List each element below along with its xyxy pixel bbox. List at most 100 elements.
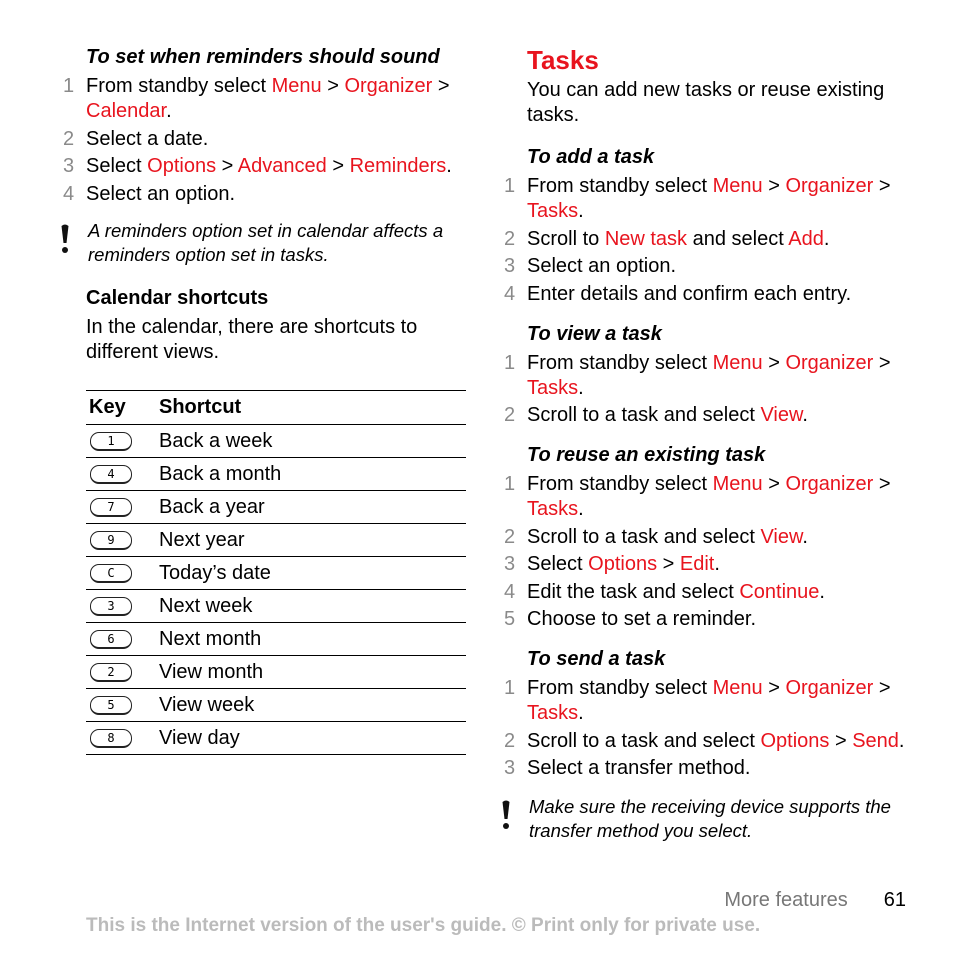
table-row: 9 Next year (86, 523, 466, 557)
note-text: Make sure the receiving device supports … (529, 796, 891, 841)
step-text: . (802, 525, 808, 548)
step-text: . (714, 553, 720, 575)
shortcut-cell: Today’s date (159, 556, 466, 590)
step-text: . (802, 404, 808, 426)
menu-term: Menu (271, 75, 322, 97)
step-text: > (657, 553, 680, 575)
step-item: 3 Select a transfer method. (501, 756, 911, 781)
step-number: 1 (504, 473, 516, 495)
procedure-title: To set when reminders should sound (86, 46, 440, 68)
step-item: 2 Scroll to a task and select Options > S… (501, 729, 911, 754)
step-item: 3 Select an option. (501, 254, 911, 279)
shortcut-cell: Next week (159, 589, 466, 623)
step-text: > (873, 473, 891, 495)
table-row: 2 View month (86, 655, 466, 689)
menu-term: Advanced (237, 155, 327, 177)
step-text: > (762, 677, 786, 699)
menu-term: Calendar (86, 100, 167, 122)
step-item: 4 Enter details and confirm each entry. (501, 282, 911, 307)
step-text: . (166, 100, 172, 122)
step-item: 2 Scroll to New task and select Add. (501, 227, 911, 252)
procedure-steps: 1 From standby select Menu > Organizer > … (501, 351, 911, 429)
menu-term: Organizer (785, 473, 874, 495)
step-text: . (823, 227, 830, 250)
shortcuts-table: Key Shortcut 1 Back a week 4 Back a month 7 B… (86, 390, 466, 755)
table-row: 6 Next month (86, 622, 466, 656)
menu-term: Options (147, 155, 217, 177)
step-number: 1 (504, 677, 516, 699)
keypad-key-icon: 7 (90, 497, 132, 517)
step-number: 1 (63, 75, 75, 97)
shortcut-cell: Back a month (159, 457, 466, 491)
step-text: > (216, 155, 238, 177)
step-text: > (873, 175, 891, 197)
key-cell: 8 (86, 721, 159, 755)
step-text: Select an option. (527, 255, 676, 277)
step-text: > (873, 677, 891, 699)
step-text: . (898, 729, 905, 752)
note-transfer: Make sure the receiving device supports … (501, 795, 911, 843)
step-text: Edit the task and select (527, 580, 740, 603)
step-text: Scroll to a task and select (527, 525, 761, 548)
shortcut-cell: Back a week (159, 424, 466, 458)
key-cell: 7 (86, 490, 159, 524)
keypad-key-icon: 6 (90, 629, 132, 649)
step-number: 2 (504, 525, 516, 548)
step-text: . (578, 376, 584, 399)
key-cell: 9 (86, 523, 159, 557)
table-row: 3 Next week (86, 589, 466, 623)
key-cell: 2 (86, 655, 159, 689)
step-number: 4 (504, 282, 516, 305)
note-text: A reminders option set in calendar affec… (88, 219, 444, 265)
step-number: 4 (63, 182, 75, 205)
step-text: From standby select (527, 351, 713, 374)
step-item: 2 Select a date. (60, 127, 470, 152)
key-cell: 4 (86, 457, 159, 491)
step-text: Choose to set a reminder. (527, 608, 757, 630)
procedure-title: To reuse an existing task (527, 444, 766, 466)
shortcut-cell: Next month (159, 622, 466, 656)
step-item: 4 Edit the task and select Continue. (501, 580, 911, 605)
step-item: 5 Choose to set a reminder. (501, 607, 911, 632)
step-text: > (762, 175, 786, 197)
table-row: 8 View day (86, 721, 466, 755)
table-row: 7 Back a year (86, 490, 466, 524)
step-number: 3 (63, 155, 75, 177)
step-text: > (829, 729, 853, 752)
header-key: Key (86, 390, 159, 425)
page-number: 61 (883, 889, 906, 911)
keypad-key-icon: 5 (90, 695, 132, 715)
menu-term: Menu (712, 473, 763, 495)
procedure-title: To send a task (527, 648, 666, 670)
step-item: 1 From standby select Menu > Organizer > … (60, 74, 470, 124)
table-row: 1 Back a week (86, 424, 466, 458)
menu-term: Reminders (349, 155, 447, 177)
step-item: 3 Select Options > Advanced > Reminders. (60, 154, 470, 179)
step-item: 4 Select an option. (60, 182, 470, 207)
step-text: . (578, 498, 584, 520)
step-text: > (762, 473, 786, 495)
step-number: 2 (504, 227, 516, 250)
step-text: Select (527, 553, 589, 575)
step-text: From standby select (527, 677, 713, 699)
step-number: 1 (504, 175, 516, 197)
warning-icon (502, 800, 510, 829)
menu-term: Menu (712, 175, 763, 197)
step-text: > (321, 75, 345, 97)
tasks-intro: You can add new tasks or reuse existing … (527, 79, 885, 126)
menu-term: Menu (712, 351, 763, 374)
step-item: 1 From standby select Menu > Organizer > … (501, 676, 911, 726)
step-text: Select a date. (86, 127, 209, 150)
step-item: 1 From standby select Menu > Organizer > … (501, 174, 911, 224)
menu-term: Organizer (344, 75, 433, 97)
step-text: From standby select (527, 175, 713, 197)
menu-term: Add (788, 227, 824, 250)
step-text: . (819, 580, 825, 603)
step-number: 2 (504, 729, 516, 752)
procedure-title: To view a task (527, 322, 662, 345)
step-number: 1 (504, 351, 516, 374)
step-text: > (326, 155, 350, 177)
menu-term: Menu (712, 677, 763, 699)
shortcut-cell: View month (159, 655, 466, 689)
step-item: 2 Scroll to a task and select View. (501, 403, 911, 428)
